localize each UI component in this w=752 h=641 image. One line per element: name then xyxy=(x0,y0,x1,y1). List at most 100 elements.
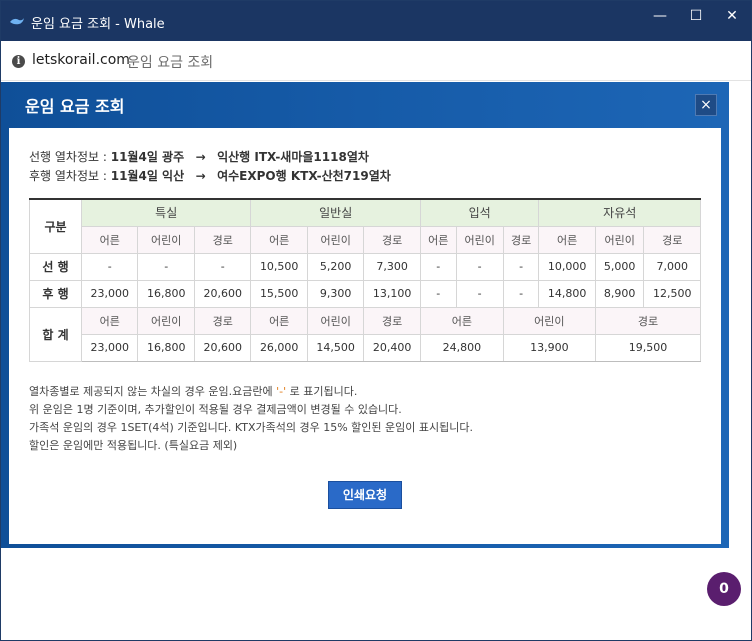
fare-cell: 15,500 xyxy=(250,279,308,308)
note-line: 가족석 운임의 경우 1SET(4석) 기준입니다. KTX가족석의 경우 15… xyxy=(29,421,473,434)
fare-cell: - xyxy=(193,252,252,281)
fare-cell: 10,500 xyxy=(250,252,308,281)
minimize-button[interactable]: — xyxy=(645,5,675,31)
total-cell: 24,800 xyxy=(419,333,504,362)
fare-cell: 14,800 xyxy=(538,279,596,308)
total-cell: 26,000 xyxy=(250,333,308,362)
modal-close-button[interactable]: × xyxy=(695,94,717,116)
type-header: 어린이 xyxy=(455,225,504,254)
class-header: 일반실 xyxy=(250,198,421,227)
type-header: 경로 xyxy=(363,225,421,254)
close-window-button[interactable]: ✕ xyxy=(717,5,747,31)
total-cell: 19,500 xyxy=(594,333,702,362)
route-trailing-date: 11월4일 익산 xyxy=(110,169,185,183)
total-cell: 14,500 xyxy=(306,333,365,362)
arrow-icon: → xyxy=(195,150,206,164)
fare-cell: 8,900 xyxy=(594,279,645,308)
type-header: 어린이 xyxy=(594,225,645,254)
fare-cell: - xyxy=(502,252,540,281)
class-header: 자유석 xyxy=(538,198,701,227)
route-leading-date: 11월4일 광주 xyxy=(110,150,185,164)
type-header: 어른 xyxy=(250,306,308,335)
total-cell: 23,000 xyxy=(80,333,139,362)
window-title: 운임 요금 조회 - Whale xyxy=(31,17,165,32)
total-cell: 13,900 xyxy=(502,333,596,362)
total-cell: 20,400 xyxy=(363,333,421,362)
type-header: 경로 xyxy=(502,225,540,254)
address-bar[interactable]: i letskorail.com 운임 요금 조회 xyxy=(1,41,751,81)
whale-logo-icon xyxy=(10,18,24,25)
route-leading-train: 익산행 ITX-새마을1118열차 xyxy=(217,150,369,164)
fare-cell: 5,200 xyxy=(306,252,365,281)
route-leading-label: 선행 열차정보 : xyxy=(29,150,111,164)
type-header: 어린이 xyxy=(306,225,365,254)
type-header: 경로 xyxy=(193,225,252,254)
fare-inquiry-modal: 운임 요금 조회 × 선행 열차정보 : 11월4일 광주 → 익산행 ITX-… xyxy=(1,82,729,548)
total-subheader-row: 합 계 어른 어린이 경로 어른 어린이 경로 어른 어린이 경로 xyxy=(29,306,702,362)
note-text: 로 표기됩니다. xyxy=(286,385,358,398)
type-header: 어른 xyxy=(419,225,457,254)
row-label: 후 행 xyxy=(29,279,82,308)
fare-cell: 7,000 xyxy=(643,252,701,281)
url-page-title: 운임 요금 조회 xyxy=(127,55,214,71)
class-header: 특실 xyxy=(80,198,252,227)
fare-cell: 12,500 xyxy=(643,279,701,308)
note-line: 할인은 운임에만 적용됩니다. (특실요금 제외) xyxy=(29,439,238,452)
fare-cell: 5,000 xyxy=(594,252,645,281)
arrow-icon: → xyxy=(195,169,206,183)
total-cell: 20,600 xyxy=(193,333,252,362)
browser-window: 운임 요금 조회 - Whale — ☐ ✕ i letskorail.com … xyxy=(0,0,752,641)
total-label: 합 계 xyxy=(29,306,82,362)
fare-cell: 7,300 xyxy=(363,252,421,281)
title-bar: 운임 요금 조회 - Whale — ☐ ✕ xyxy=(1,1,751,41)
page-content: 운임 요금 조회 × 선행 열차정보 : 11월4일 광주 → 익산행 ITX-… xyxy=(1,82,751,640)
table-header-row: 구분 특실 일반실 입석 자유석 xyxy=(29,198,701,254)
route-trailing-label: 후행 열차정보 : xyxy=(29,169,111,183)
type-header: 경로 xyxy=(363,306,421,335)
notification-fab[interactable]: 0 xyxy=(707,572,741,606)
note-text: 열차종별로 제공되지 않는 차실의 경우 운임.요금란에 xyxy=(29,385,277,398)
fare-cell: 9,300 xyxy=(306,279,365,308)
type-header: 어른 xyxy=(419,306,504,335)
route-trailing-train: 여수EXPO행 KTX-산천719열차 xyxy=(217,169,391,183)
fare-cell: - xyxy=(419,279,457,308)
type-header: 어린이 xyxy=(306,306,365,335)
print-request-button[interactable]: 인쇄요청 xyxy=(328,481,402,509)
type-header: 경로 xyxy=(594,306,702,335)
type-header: 어른 xyxy=(80,225,139,254)
table-subheader-row: 어른 어린이 경로 어른 어린이 경로 어른 어린이 경로 어른 어린이 경로 xyxy=(30,225,701,254)
total-row: 23,000 16,800 20,600 26,000 14,500 20,40… xyxy=(30,333,702,362)
total-cell: 16,800 xyxy=(137,333,195,362)
type-header: 경로 xyxy=(643,225,701,254)
fare-cell: 10,000 xyxy=(538,252,596,281)
note-line: 열차종별로 제공되지 않는 차실의 경우 운임.요금란에 '-' 로 표기됩니다… xyxy=(29,383,473,401)
fare-cell: - xyxy=(455,279,504,308)
url-domain: letskorail.com xyxy=(32,52,130,68)
fare-cell: - xyxy=(502,279,540,308)
note-line: 위 운임은 1명 기준이며, 추가할인이 적용될 경우 결제금액이 변경될 수 … xyxy=(29,403,402,416)
modal-title: 운임 요금 조회 xyxy=(25,97,125,116)
fare-cell: 16,800 xyxy=(137,279,195,308)
fare-cell: 20,600 xyxy=(193,279,252,308)
maximize-button[interactable]: ☐ xyxy=(681,5,711,31)
notes: 열차종별로 제공되지 않는 차실의 경우 운임.요금란에 '-' 로 표기됩니다… xyxy=(29,383,473,455)
gubun-header: 구분 xyxy=(29,198,82,254)
type-header: 어린이 xyxy=(137,225,195,254)
route-leading: 선행 열차정보 : 11월4일 광주 → 익산행 ITX-새마을1118열차 xyxy=(29,148,369,165)
fare-cell: 13,100 xyxy=(363,279,421,308)
type-header: 어린이 xyxy=(502,306,596,335)
table-row: 선 행 - - - 10,500 5,200 7,300 - - - 10,00… xyxy=(29,252,701,281)
fare-cell: - xyxy=(419,252,457,281)
row-label: 선 행 xyxy=(29,252,82,281)
fare-cell: - xyxy=(80,252,139,281)
type-header: 어른 xyxy=(80,306,139,335)
type-header: 어린이 xyxy=(137,306,195,335)
modal-body: 선행 열차정보 : 11월4일 광주 → 익산행 ITX-새마을1118열차 후… xyxy=(9,128,721,544)
table-row: 후 행 23,000 16,800 20,600 15,500 9,300 13… xyxy=(29,279,701,308)
info-icon[interactable]: i xyxy=(12,55,25,68)
class-header: 입석 xyxy=(419,198,540,227)
type-header: 경로 xyxy=(193,306,252,335)
fare-table: 구분 특실 일반실 입석 자유석 어른 어린이 경로 어른 어린이 경로 어른 xyxy=(29,198,702,362)
type-header: 어른 xyxy=(250,225,308,254)
fare-cell: - xyxy=(455,252,504,281)
